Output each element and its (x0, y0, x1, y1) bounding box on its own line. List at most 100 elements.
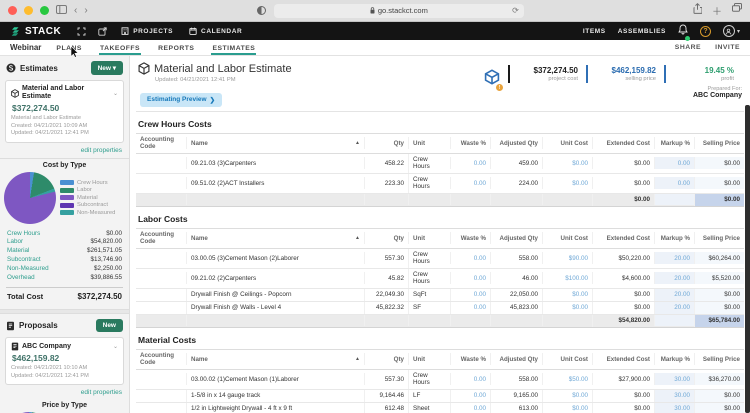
page-scrollbar[interactable] (745, 105, 750, 413)
column-header[interactable]: Unit (408, 232, 450, 244)
column-header[interactable]: Selling Price (694, 353, 744, 365)
column-header[interactable]: Unit (408, 353, 450, 365)
table-cell[interactable]: $0.00 (542, 177, 592, 189)
column-header[interactable]: Unit Cost (542, 353, 592, 365)
table-cell[interactable]: 0.00 (450, 373, 490, 385)
open-external-icon[interactable] (98, 26, 107, 36)
column-header[interactable]: Qty (364, 353, 408, 365)
column-header[interactable]: Extended Cost (592, 353, 654, 365)
table-row[interactable]: 09.51.02 (2)ACT Installers 223.30 Crew Hou… (136, 173, 744, 194)
table-cell[interactable]: 30.00 (654, 389, 694, 402)
column-header[interactable]: Qty (364, 137, 408, 149)
table-cell[interactable]: $100.00 (542, 272, 592, 284)
new-tab-icon[interactable]: ＋ (712, 3, 722, 18)
table-cell[interactable]: 30.00 (654, 373, 694, 385)
zoom-window-button[interactable] (40, 6, 49, 15)
address-bar[interactable]: go.stackct.com ⟳ (273, 3, 524, 18)
table-row[interactable]: 1/2 in Lightweight Drywall - 4 ft x 9 ft… (136, 402, 744, 413)
column-header[interactable]: Accounting Code (136, 350, 186, 369)
share-button[interactable]: SHARE (675, 44, 701, 51)
estimating-preview-badge[interactable]: Estimating Preview ❯ (140, 92, 223, 107)
sort-asc-icon[interactable]: ▲ (355, 235, 360, 241)
column-header[interactable]: Accounting Code (136, 229, 186, 248)
close-window-button[interactable] (8, 6, 17, 15)
table-cell[interactable]: $0.00 (542, 389, 592, 402)
new-proposal-button[interactable]: New (95, 319, 123, 333)
chevron-down-icon[interactable]: ⌄ (113, 343, 118, 350)
column-header[interactable]: Markup % (654, 232, 694, 244)
table-cell[interactable]: $0.00 (542, 402, 592, 413)
sidebar-toggle-icon[interactable] (56, 4, 67, 17)
table-row[interactable]: Drywall Finish @ Ceilings - Popcorn 22,04… (136, 288, 744, 302)
account-menu[interactable]: ▾ (722, 25, 740, 37)
tab-reports[interactable]: REPORTS (157, 41, 195, 55)
stack-logo[interactable]: STACK (10, 26, 61, 37)
notifications-button[interactable] (678, 22, 690, 41)
fullscreen-icon[interactable] (77, 27, 86, 36)
table-row[interactable]: Drywall Finish @ Walls - Level 4 45,822.3… (136, 301, 744, 315)
chevron-down-icon[interactable]: ⌄ (113, 90, 118, 97)
column-header[interactable]: Markup % (654, 353, 694, 365)
table-row[interactable]: 09.21.03 (3)Carpenters 458.22 Crew Hours 0.… (136, 153, 744, 174)
table-cell[interactable]: 20.00 (654, 301, 694, 314)
table-cell[interactable]: 0.00 (450, 301, 490, 314)
assembly-warning-icon[interactable]: ! (484, 69, 503, 91)
column-header[interactable]: Qty (364, 232, 408, 244)
table-cell[interactable]: 0.00 (450, 272, 490, 284)
tab-estimates[interactable]: ESTIMATES (211, 41, 257, 55)
column-header[interactable]: Extended Cost (592, 232, 654, 244)
nav-calendar[interactable]: CALENDAR (189, 27, 242, 35)
nav-items[interactable]: ITEMS (583, 28, 606, 35)
column-header[interactable]: Unit Cost (542, 137, 592, 149)
project-name[interactable]: Webinar (10, 43, 41, 52)
table-cell[interactable]: $0.00 (542, 157, 592, 169)
table-row[interactable]: 03.00.02 (1)Cement Mason (1)Laborer 557.3… (136, 369, 744, 390)
table-cell[interactable]: 0.00 (450, 389, 490, 402)
edit-proposal-properties-link[interactable]: edit properties (0, 389, 129, 400)
table-cell[interactable]: $90.00 (542, 252, 592, 264)
invite-button[interactable]: INVITE (715, 44, 740, 51)
table-cell[interactable]: 0.00 (450, 252, 490, 264)
appearance-icon[interactable] (256, 6, 266, 15)
proposal-card[interactable]: ABC Company ⌄ $462,159.82 Created: 04/21… (5, 337, 124, 386)
table-cell[interactable]: 30.00 (654, 402, 694, 413)
estimate-card[interactable]: Material and Labor Estimate ⌄ $372,274.5… (5, 80, 124, 143)
column-header[interactable]: Markup % (654, 137, 694, 149)
table-cell[interactable]: 20.00 (654, 252, 694, 264)
table-cell[interactable]: $0.00 (542, 288, 592, 301)
column-header[interactable]: Adjusted Qty (490, 137, 542, 149)
column-header[interactable]: Name ▲ (186, 137, 364, 149)
back-icon[interactable]: ‹ (74, 5, 77, 16)
reload-icon[interactable]: ⟳ (512, 6, 519, 15)
nav-projects[interactable]: PROJECTS (121, 27, 173, 35)
table-cell[interactable]: 0.00 (450, 402, 490, 413)
column-header[interactable]: Adjusted Qty (490, 232, 542, 244)
share-page-icon[interactable] (693, 3, 703, 18)
column-header[interactable]: Name ▲ (186, 232, 364, 244)
nav-assemblies[interactable]: ASSEMBLIES (618, 28, 666, 35)
edit-properties-link[interactable]: edit properties (0, 147, 129, 158)
sort-asc-icon[interactable]: ▲ (355, 356, 360, 362)
minimize-window-button[interactable] (24, 6, 33, 15)
column-header[interactable]: Accounting Code (136, 134, 186, 153)
table-cell[interactable]: 20.00 (654, 272, 694, 284)
sort-asc-icon[interactable]: ▲ (355, 140, 360, 146)
table-cell[interactable]: 0.00 (450, 177, 490, 189)
help-button[interactable]: ? (699, 25, 711, 37)
table-row[interactable]: 1-5/8 in x 14 gauge track 9,164.46 LF 0.00 9… (136, 389, 744, 403)
table-cell[interactable]: 20.00 (654, 288, 694, 301)
table-row[interactable]: 09.21.02 (2)Carpenters 45.82 Crew Hours 0.0… (136, 268, 744, 289)
column-header[interactable]: Selling Price (694, 232, 744, 244)
column-header[interactable]: Name ▲ (186, 353, 364, 365)
table-cell[interactable]: 0.00 (450, 288, 490, 301)
column-header[interactable]: Waste % (450, 137, 490, 149)
table-cell[interactable]: 0.00 (654, 157, 694, 169)
table-cell[interactable]: $50.00 (542, 373, 592, 385)
column-header[interactable]: Waste % (450, 232, 490, 244)
column-header[interactable]: Adjusted Qty (490, 353, 542, 365)
table-cell[interactable]: 0.00 (654, 177, 694, 189)
column-header[interactable]: Unit Cost (542, 232, 592, 244)
column-header[interactable]: Extended Cost (592, 137, 654, 149)
tab-takeoffs[interactable]: TAKEOFFS (98, 41, 142, 55)
column-header[interactable]: Waste % (450, 353, 490, 365)
